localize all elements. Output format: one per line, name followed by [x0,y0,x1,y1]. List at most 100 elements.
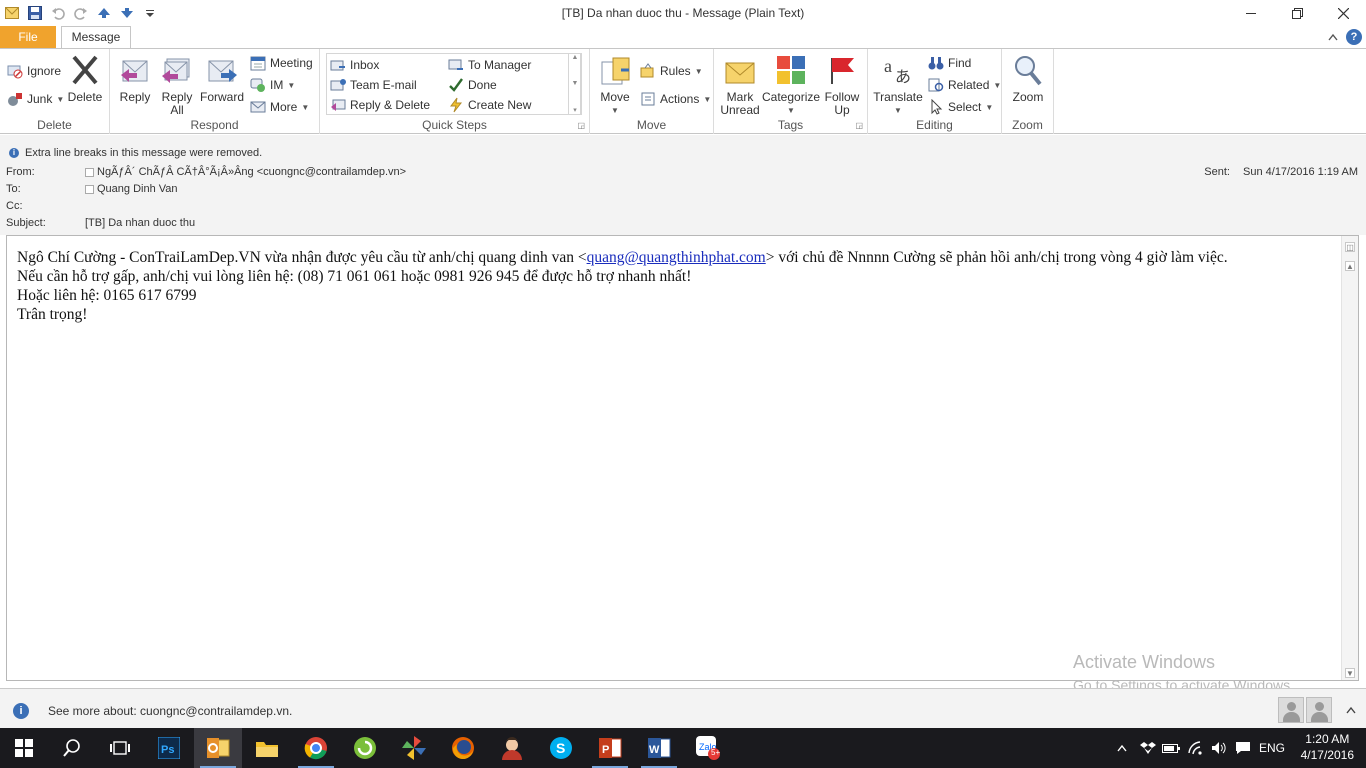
junk-label: Junk [27,92,53,106]
ignore-button[interactable]: Ignore [7,63,61,79]
reply-button[interactable]: Reply [116,53,154,104]
more-respond-button[interactable]: More ▼ [250,99,309,115]
meeting-button[interactable]: Meeting [250,55,313,71]
system-clock[interactable]: 1:20 AM 4/17/2016 [1301,731,1354,763]
message-body[interactable]: Ngô Chí Cường - ConTraiLamDep.VN vừa nhậ… [17,248,1327,324]
flag-icon [825,53,859,87]
tab-file[interactable]: File [0,26,56,48]
translate-icon: aあ [881,53,915,87]
info-icon: i [13,703,29,719]
meeting-label: Meeting [270,56,313,70]
collapse-ribbon-icon[interactable] [1328,30,1338,44]
quick-steps-scroll[interactable]: ▲ ▼ ▾ [568,53,582,115]
see-more-about[interactable]: See more about: cuongnc@contrailamdep.vn… [48,704,292,718]
more-icon [250,99,266,115]
app-avatar-icon[interactable] [488,728,536,768]
delete-label: Delete [67,90,103,104]
tab-message[interactable]: Message [61,26,131,49]
more-label: More [270,100,298,114]
tags-group: Mark Unread Categorize ▼ Follow Up Tags … [714,49,868,134]
delete-button[interactable]: Delete [66,53,104,104]
file-explorer-icon[interactable] [243,728,291,768]
show-hidden-icons[interactable] [1112,728,1132,768]
junk-button[interactable]: Junk ▼ [7,91,64,107]
scroll-down-icon[interactable]: ▼ [1345,668,1355,678]
zoom-button[interactable]: Zoom [1008,53,1048,104]
infobar-notice[interactable]: i Extra line breaks in this message were… [9,147,262,159]
language-indicator[interactable]: ENG [1256,728,1288,768]
quickstep-done[interactable]: Done [448,77,497,93]
zalo-icon[interactable]: Zalo 5+ [684,728,732,768]
restore-button[interactable] [1274,0,1320,26]
rules-label: Rules [660,64,691,78]
scroll-down-icon[interactable]: ▼ [572,80,579,87]
pane-options-icon[interactable]: ◫ [1345,242,1355,252]
skype-icon[interactable]: S [537,728,585,768]
avatar[interactable] [1278,697,1304,723]
scroll-up-icon[interactable]: ▲ [1345,261,1355,271]
dropbox-icon[interactable] [1137,728,1159,768]
email-link[interactable]: quang@quangthinhphat.com [587,249,766,266]
gallery-expand-icon[interactable]: ▾ [573,106,577,114]
task-view-icon[interactable] [96,728,144,768]
expand-people-pane-icon[interactable] [1346,703,1356,717]
ignore-label: Ignore [27,64,62,78]
actions-button[interactable]: Actions ▼ [640,91,711,107]
volume-icon[interactable] [1208,728,1230,768]
categorize-icon [774,53,808,87]
select-button[interactable]: Select ▼ [928,99,993,115]
battery-icon[interactable] [1160,728,1182,768]
vertical-scrollbar[interactable]: ◫ ▲ ▼ [1341,236,1358,680]
lightning-icon [448,97,464,113]
move-button[interactable]: Move ▼ [596,53,634,117]
quickstep-to-manager[interactable]: To Manager [448,57,531,73]
im-button[interactable]: IM ▼ [250,77,295,93]
close-button[interactable] [1320,0,1366,26]
dialog-launcher-icon[interactable]: ◲ [577,121,585,130]
app-pinwheel-icon[interactable] [390,728,438,768]
reply-all-icon [160,53,194,87]
translate-button[interactable]: aあ Translate ▼ [872,53,924,117]
powerpoint-icon[interactable]: P [586,728,634,768]
related-button[interactable]: Related ▼ [928,77,1001,93]
related-icon [928,77,944,93]
search-icon[interactable] [48,728,96,768]
find-button[interactable]: Find [928,55,971,71]
chrome-icon[interactable] [292,728,340,768]
forward-button[interactable]: Forward [199,53,245,104]
reply-all-button[interactable]: Reply All [157,53,197,117]
start-icon[interactable] [0,728,48,768]
from-value[interactable]: NgÃƒÂ´ ChÃƒÂ­ CÃ†Â°Ã¡Â»Âng <cuongnc@cont… [85,166,406,178]
message-body-pane[interactable]: Ngô Chí Cường - ConTraiLamDep.VN vừa nhậ… [6,235,1359,681]
scroll-up-icon[interactable]: ▲ [572,54,579,61]
dialog-launcher-icon[interactable]: ◲ [855,121,863,130]
app-green-icon[interactable] [341,728,389,768]
outlook-icon[interactable] [194,728,242,768]
respond-group: Reply Reply All Forward Meeting IM ▼ Mor… [110,49,320,134]
body-line-2: Nếu cần hỗ trợ gấp, anh/chị vui lòng liê… [17,268,692,285]
avatar[interactable] [1306,697,1332,723]
sender-name[interactable]: NgÃƒÂ´ ChÃƒÂ­ CÃ†Â°Ã¡Â»Âng <cuongnc@cont… [97,166,406,178]
quickstep-team-email[interactable]: Team E-mail [330,77,417,93]
move-folder-icon [598,53,632,87]
subject-value: [TB] Da nhan duoc thu [85,217,196,229]
quickstep-inbox[interactable]: Inbox [330,57,379,73]
quickstep-label: To Manager [468,58,532,72]
mark-unread-button[interactable]: Mark Unread [720,53,760,117]
body-line-1-pre: Ngô Chí Cường - ConTraiLamDep.VN vừa nhậ… [17,249,587,266]
reply-all-label-2: All [170,103,184,117]
recipient-name[interactable]: Quang Dinh Van [97,183,178,195]
follow-up-button[interactable]: Follow Up [820,53,864,117]
notifications-icon[interactable] [1232,728,1254,768]
photoshop-icon[interactable]: Ps [145,728,193,768]
quickstep-reply-delete[interactable]: Reply & Delete [330,97,430,113]
firefox-icon[interactable] [439,728,487,768]
quickstep-create-new[interactable]: Create New [448,97,531,113]
word-icon[interactable]: W [635,728,683,768]
help-icon[interactable]: ? [1346,29,1362,45]
wifi-icon[interactable] [1185,728,1207,768]
minimize-button[interactable] [1228,0,1274,26]
categorize-button[interactable]: Categorize ▼ [762,53,820,117]
rules-button[interactable]: Rules ▼ [640,63,703,79]
to-value[interactable]: Quang Dinh Van [85,183,178,195]
